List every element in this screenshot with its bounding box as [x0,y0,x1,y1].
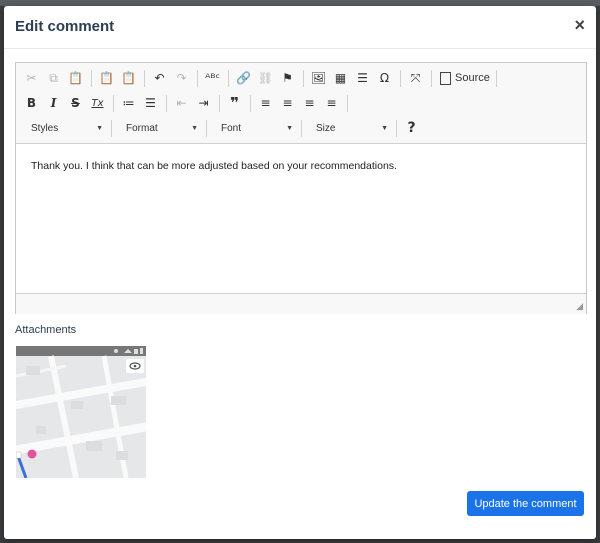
table-icon[interactable]: ▦ [331,69,350,88]
toolbar-separator [206,119,207,137]
toolbar-separator [197,69,198,87]
align-left-icon[interactable]: ≡ [256,94,275,113]
editor-toolbar: ✂ ⧉ 📋 📋 📋 ↶ ↷ ᴬᴮᶜ 🔗 ⛓ ⚑ 🖼 ▦ ☰ Ω ⤧ Source B I S Tx ≔ ☰ ⇤ ⇥ ❞ ≡ ≡ ≡ ≡ … [16,63,586,144]
styles-dropdown-label: Styles [31,122,59,134]
toolbar-separator [111,119,112,137]
align-right-icon[interactable]: ≡ [300,94,319,113]
font-dropdown[interactable]: Font ▼ [212,119,298,137]
horizontal-line-icon[interactable]: ☰ [353,69,372,88]
toolbar-row-3: Styles ▼ Format ▼ Font ▼ Size ▼? [22,117,424,139]
help-icon[interactable]: ? [402,119,421,138]
toolbar-separator [495,69,497,87]
resize-handle-icon[interactable]: ◢ [576,301,583,312]
italic-icon[interactable]: I [44,94,63,113]
toolbar-separator [396,119,397,137]
map-screenshot-image [16,346,146,478]
chevron-down-icon: ▼ [191,124,198,132]
align-center-icon[interactable]: ≡ [278,94,297,113]
outdent-icon[interactable]: ⇤ [172,94,191,113]
copy-icon[interactable]: ⧉ [44,69,63,88]
indent-icon[interactable]: ⇥ [194,94,213,113]
toolbar-separator [91,69,92,87]
paste-text-icon[interactable]: 📋 [97,69,116,88]
toolbar-separator [431,69,432,87]
redo-icon[interactable]: ↷ [172,69,191,88]
maximize-icon[interactable]: ⤧ [406,69,425,88]
spellcheck-icon[interactable]: ᴬᴮᶜ [203,69,222,88]
undo-icon[interactable]: ↶ [150,69,169,88]
modal-title: Edit comment [15,18,115,35]
font-dropdown-label: Font [221,122,242,134]
format-dropdown[interactable]: Format ▼ [117,119,203,137]
source-doc-icon [440,71,451,85]
format-dropdown-label: Format [126,122,158,134]
chevron-down-icon: ▼ [286,124,293,132]
toolbar-separator [400,69,401,87]
attachment-thumbnail[interactable] [16,346,146,478]
toolbar-separator [144,69,145,87]
toolbar-separator [228,69,229,87]
chevron-down-icon: ▼ [381,124,388,132]
paste-word-icon[interactable]: 📋 [119,69,138,88]
bulleted-list-icon[interactable]: ☰ [141,94,160,113]
toolbar-separator [250,94,251,112]
paste-icon[interactable]: 📋 [66,69,85,88]
toolbar-row-2: B I S Tx ≔ ☰ ⇤ ⇥ ❞ ≡ ≡ ≡ ≡ [22,92,353,114]
editor-footer: ◢ [16,293,586,314]
justify-icon[interactable]: ≡ [322,94,341,113]
size-dropdown[interactable]: Size ▼ [307,119,393,137]
comment-text[interactable]: Thank you. I think that can be more adju… [31,160,397,172]
link-icon[interactable]: 🔗 [234,69,253,88]
rich-text-editor: ✂ ⧉ 📋 📋 📋 ↶ ↷ ᴬᴮᶜ 🔗 ⛓ ⚑ 🖼 ▦ ☰ Ω ⤧ Source B I S Tx ≔ ☰ ⇤ ⇥ ❞ ≡ ≡ ≡ ≡ … [15,62,587,314]
special-char-icon[interactable]: Ω [375,69,394,88]
unlink-icon[interactable]: ⛓ [256,69,275,88]
strikethrough-icon[interactable]: S [66,94,85,113]
remove-format-icon[interactable]: Tx [88,94,107,113]
edit-comment-modal: Edit comment × ✂ ⧉ 📋 📋 📋 ↶ ↷ ᴬᴮᶜ 🔗 ⛓ ⚑ 🖼 ▦ ☰ Ω ⤧ Source … [4,6,596,539]
toolbar-row-1: ✂ ⧉ 📋 📋 📋 ↶ ↷ ᴬᴮᶜ 🔗 ⛓ ⚑ 🖼 ▦ ☰ Ω ⤧ Source [22,67,502,89]
close-icon[interactable]: × [574,15,585,36]
blockquote-icon[interactable]: ❞ [225,94,244,113]
anchor-icon[interactable]: ⚑ [278,69,297,88]
toolbar-separator [301,119,302,137]
bold-icon[interactable]: B [22,94,41,113]
toolbar-separator [219,94,220,112]
toolbar-separator [113,94,114,112]
toolbar-separator [166,94,167,112]
update-comment-button[interactable]: Update the comment [467,491,584,516]
styles-dropdown[interactable]: Styles ▼ [22,119,108,137]
numbered-list-icon[interactable]: ≔ [119,94,138,113]
size-dropdown-label: Size [316,122,336,134]
modal-header: Edit comment × [4,6,596,49]
source-button[interactable]: Source [437,71,493,85]
toolbar-separator [347,94,348,112]
chevron-down-icon: ▼ [96,124,103,132]
source-label: Source [455,72,490,84]
cut-icon[interactable]: ✂ [22,69,41,88]
attachments-label: Attachments [15,324,77,336]
editor-content-area[interactable]: Thank you. I think that can be more adju… [16,144,586,293]
toolbar-separator [303,69,304,87]
image-icon[interactable]: 🖼 [309,69,328,88]
